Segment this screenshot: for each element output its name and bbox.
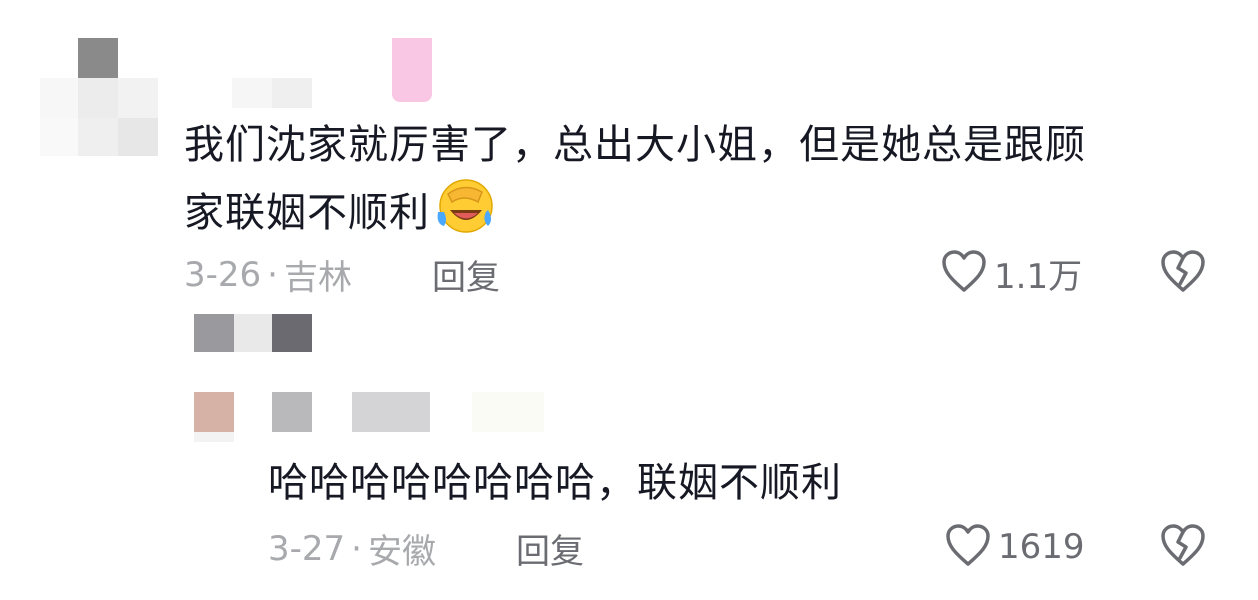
comment-text-line: 家联姻不顺利 — [184, 190, 430, 236]
broken-heart-icon — [1158, 250, 1208, 298]
meta-separator: · — [351, 528, 362, 569]
reply-date: 3-27 — [268, 528, 346, 569]
reply-text: 哈哈哈哈哈哈哈哈，联姻不顺利 — [268, 452, 842, 514]
reply-button[interactable]: 回复 — [432, 250, 500, 299]
comment-location: 吉林 — [283, 258, 352, 298]
like-count: 1.1万 — [994, 256, 1083, 297]
reply-avatar[interactable] — [194, 392, 236, 444]
meta-separator: · — [267, 254, 278, 295]
comment-thread: 我们沈家就厉害了，总出大小姐，但是她总是跟顾 家联姻不顺利 3-26 · 吉林 … — [0, 0, 1258, 600]
avatar[interactable] — [40, 38, 160, 158]
comment-date: 3-26 — [184, 254, 262, 295]
facepalm-laughing-emoji-icon — [434, 176, 494, 254]
comment-text: 我们沈家就厉害了，总出大小姐，但是她总是跟顾 家联姻不顺利 — [184, 114, 1086, 254]
dislike-button[interactable] — [1158, 248, 1208, 298]
reply-location: 安徽 — [367, 532, 436, 572]
reply-meta: 3-27 · 安徽 — [268, 524, 436, 573]
reply-to-username[interactable] — [194, 314, 314, 354]
comment-meta: 3-26 · 吉林 — [184, 250, 352, 299]
like-button[interactable]: 1.1万 — [940, 248, 1082, 298]
broken-heart-icon — [1158, 524, 1208, 572]
username[interactable] — [232, 38, 442, 108]
reply-username[interactable] — [272, 392, 552, 432]
like-button[interactable]: 1619 — [944, 522, 1085, 572]
heart-outline-icon — [940, 248, 988, 298]
reply-button[interactable]: 回复 — [516, 524, 584, 573]
reply-text-line: 哈哈哈哈哈哈哈哈，联姻不顺利 — [268, 460, 842, 506]
like-count: 1619 — [998, 527, 1085, 567]
dislike-button[interactable] — [1158, 522, 1208, 572]
heart-outline-icon — [944, 522, 992, 572]
comment-text-line: 我们沈家就厉害了，总出大小姐，但是她总是跟顾 — [184, 122, 1086, 168]
